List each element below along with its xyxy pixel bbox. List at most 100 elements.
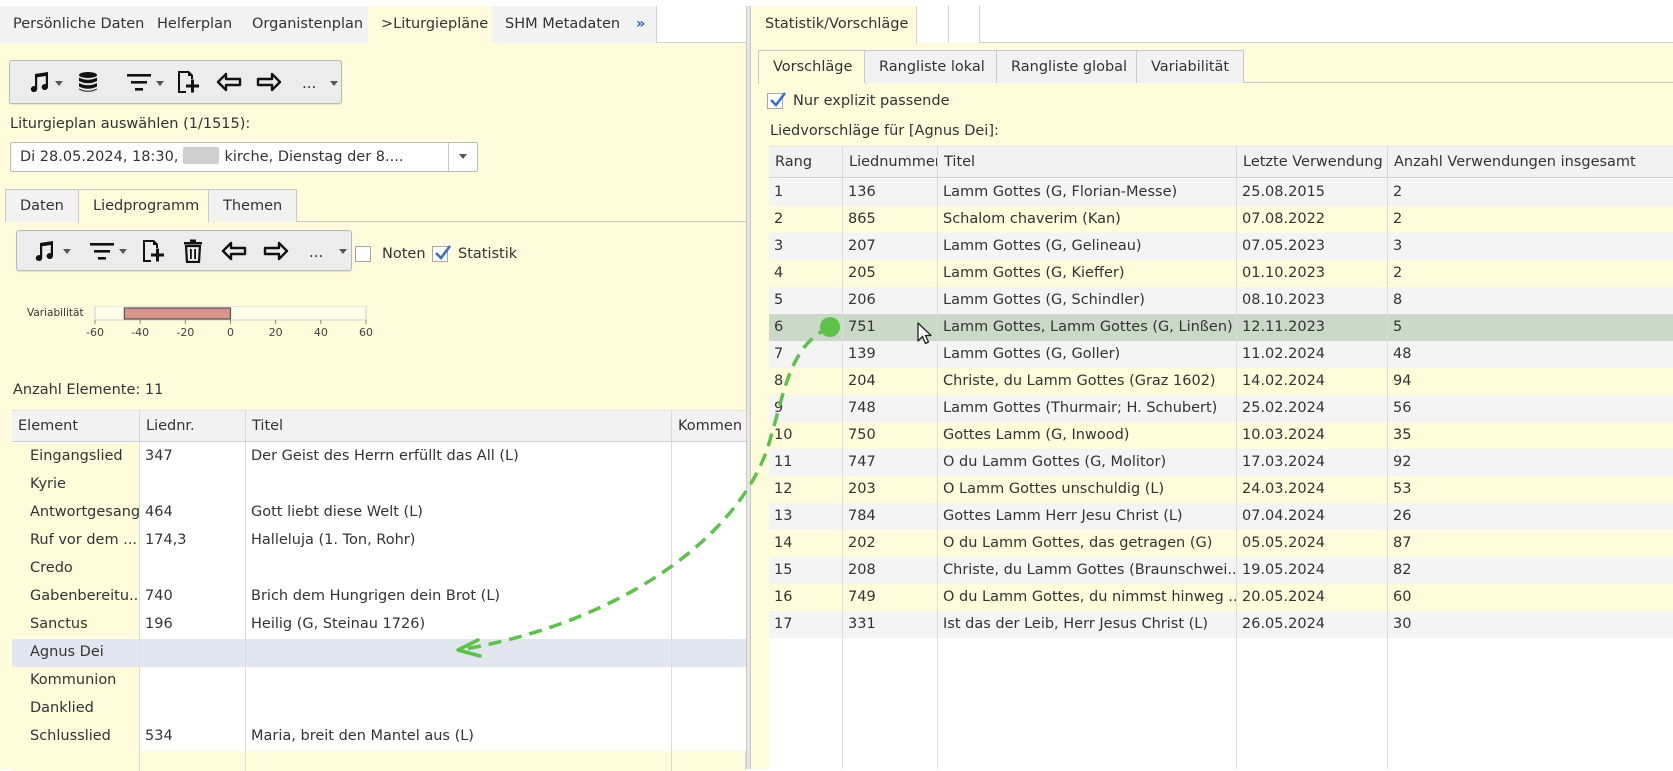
cell-anzahl-verwendungen: 2 (1393, 184, 1403, 200)
table-row[interactable]: Credo (12, 555, 746, 583)
cell-rang: 5 (769, 287, 843, 314)
element-count-label: Anzahl Elemente: 11 (13, 382, 164, 398)
col-header-kommentar[interactable]: Kommen (672, 411, 746, 443)
program-back-button[interactable] (215, 231, 253, 270)
music-menu-button[interactable] (14, 61, 64, 103)
cell-anzahl-verwendungen: 2 (1393, 265, 1403, 281)
cell-titel: Heilig (G, Steinau 1726) (246, 611, 672, 639)
table-row[interactable]: 5 206 Lamm Gottes (G, Schindler) 08.10.2023… (769, 287, 1673, 314)
cell-titel (246, 695, 672, 723)
program-music-menu-button[interactable] (19, 231, 71, 270)
cell-liednr (140, 667, 246, 695)
tab-variabilitaet[interactable]: Variabilität (1136, 50, 1245, 83)
database-icon (76, 70, 100, 94)
col-header-letzte-verwendung[interactable]: Letzte Verwendung (1237, 147, 1388, 179)
cell-liednr (140, 555, 246, 583)
table-row[interactable]: 15 208 Christe, du Lamm Gottes (Braunschwe… (769, 557, 1673, 584)
table-row[interactable]: 7 139 Lamm Gottes (G, Goller) 11.02.2024 48 (769, 341, 1673, 368)
tab-rangliste-lokal[interactable]: Rangliste lokal (864, 50, 1000, 83)
statistik-checkbox[interactable] (432, 245, 452, 262)
tab-liedprogramm[interactable]: Liedprogramm (78, 189, 215, 223)
tab-statistik-vorschlaege[interactable]: Statistik/Vorschläge (751, 6, 917, 44)
table-row[interactable]: 12 203 O Lamm Gottes unschuldig (L) 24.03.2… (769, 476, 1673, 503)
table-row[interactable]: 2 865 Schalom chaverim (Kan) 07.08.2022 2 (769, 206, 1673, 233)
table-row[interactable]: 1 136 Lamm Gottes (G, Florian-Messe) 25.08.… (769, 179, 1673, 206)
tab-persoenliche-daten[interactable]: Persönliche Daten (0, 6, 159, 43)
tab-organistenplan[interactable]: Organistenplan (239, 6, 378, 43)
table-row[interactable]: 17 331 Ist das der Leib, Herr Jesus Christ… (769, 611, 1673, 638)
cell-kommentar (672, 667, 746, 695)
database-button[interactable] (70, 61, 106, 103)
col-header-titel[interactable]: Titel (938, 147, 1237, 179)
table-row[interactable]: Gabenbereitu... 740 Brich dem Hungrigen de… (12, 583, 746, 611)
col-header-element[interactable]: Element (12, 411, 140, 443)
col-header-rang[interactable]: Rang (769, 147, 843, 179)
cell-liednummer: 136 (843, 179, 938, 206)
table-row[interactable]: Kyrie (12, 471, 746, 499)
table-row[interactable]: 9 748 Lamm Gottes (Thurmair; H. Schubert) 2… (769, 395, 1673, 422)
plan-select-label: Liturgieplan auswählen (1/1515): (10, 116, 251, 132)
program-more-actions-button[interactable]: ... (299, 231, 349, 270)
cell-titel: Lamm Gottes (G, Gelineau) (938, 233, 1237, 260)
table-row[interactable]: Ruf vor dem ... 174,3 Halleluja (1. Ton, R… (12, 527, 746, 555)
more-actions-button[interactable]: ... (292, 61, 340, 103)
x-tick-label: -60 (86, 326, 104, 339)
table-row[interactable]: Danklied (12, 695, 746, 723)
col-header-liednummer[interactable]: Liednummer (843, 147, 938, 179)
col-header-anzahl-verwendungen[interactable]: Anzahl Verwendungen insgesamt (1388, 147, 1673, 179)
col-header-liednr[interactable]: Liednr. (140, 411, 246, 443)
tab-shm-metadaten[interactable]: SHM Metadaten (492, 6, 635, 43)
cell-titel: Schalom chaverim (Kan) (938, 206, 1237, 233)
table-row[interactable]: 14 202 O du Lamm Gottes, das getragen (G) 0… (769, 530, 1673, 557)
tab-more-button[interactable]: » (625, 6, 657, 43)
program-forward-button[interactable] (257, 231, 295, 270)
cell-rang: 13 (769, 503, 843, 530)
table-row[interactable]: 3 207 Lamm Gottes (G, Gelineau) 07.05.2023 3 (769, 233, 1673, 260)
cell-kommentar (672, 723, 746, 751)
explicit-match-checkbox[interactable] (767, 92, 787, 109)
table-row[interactable]: 11 747 O du Lamm Gottes (G, Molitor) 17.03.… (769, 449, 1673, 476)
tab-empty-1[interactable] (917, 6, 949, 43)
add-element-button[interactable] (135, 231, 171, 270)
table-row[interactable]: 10 750 Gottes Lamm (G, Inwood) 10.03.2024 35 (769, 422, 1673, 449)
cell-element: Credo (12, 555, 140, 583)
cell-letzte-verwendung: 17.03.2024 (1237, 449, 1388, 476)
tab-themen[interactable]: Themen (208, 189, 298, 222)
table-row[interactable]: Antwortgesang 464 Gott liebt diese Welt (L… (12, 499, 746, 527)
cell-liednr: 196 (140, 611, 246, 639)
cell-liednr: 347 (140, 443, 246, 471)
table-row[interactable]: Agnus Dei (12, 639, 746, 667)
arrow-left-icon (216, 72, 242, 92)
table-row[interactable]: 16 749 O du Lamm Gottes, du nimmst hinweg … (769, 584, 1673, 611)
grid-header: Element Liednr. Titel Kommen (12, 410, 746, 443)
cell-letzte-verwendung: 11.02.2024 (1237, 341, 1388, 368)
tab-helferplan[interactable]: Helferplan (144, 6, 247, 43)
table-row[interactable]: Sanctus 196 Heilig (G, Steinau 1726) (12, 611, 746, 639)
tab-daten[interactable]: Daten (5, 189, 79, 222)
table-row[interactable]: 6 751 Lamm Gottes, Lamm Gottes (G, Linßen)… (769, 314, 1673, 341)
table-row[interactable]: Kommunion (12, 667, 746, 695)
forward-button[interactable] (250, 61, 288, 103)
filter-icon (89, 240, 115, 262)
plan-select-dropdown-button[interactable] (448, 143, 477, 171)
tab-liturgieplaene[interactable]: >Liturgiepläne (368, 6, 503, 44)
empty-cell (246, 751, 672, 771)
tab-vorschlaege[interactable]: Vorschläge (758, 50, 868, 84)
table-row[interactable]: 4 205 Lamm Gottes (G, Kieffer) 01.10.2023 2 (769, 260, 1673, 287)
add-plan-button[interactable] (170, 61, 206, 103)
col-header-titel[interactable]: Titel (246, 411, 672, 443)
program-filter-menu-button[interactable] (77, 231, 127, 270)
table-row[interactable]: Schlusslied 534 Maria, breit den Mantel au… (12, 723, 746, 751)
back-button[interactable] (210, 61, 248, 103)
table-row[interactable]: 8 204 Christe, du Lamm Gottes (Graz 1602) 1… (769, 368, 1673, 395)
table-row[interactable]: Eingangslied 347 Der Geist des Herrn erfül… (12, 443, 746, 471)
filter-menu-button[interactable] (114, 61, 164, 103)
tab-empty-2[interactable] (949, 6, 980, 43)
noten-checkbox[interactable] (355, 246, 371, 262)
x-tick-label: -40 (131, 326, 149, 339)
delete-element-button[interactable] (175, 231, 211, 270)
tab-rangliste-global[interactable]: Rangliste global (996, 50, 1143, 83)
table-row[interactable]: 13 784 Gottes Lamm Herr Jesu Christ (L) 07.… (769, 503, 1673, 530)
plan-select-combo[interactable]: Di 28.05.2024, 18:30, kirche, Dienstag de… (10, 142, 478, 172)
more-label: ... (309, 243, 324, 261)
